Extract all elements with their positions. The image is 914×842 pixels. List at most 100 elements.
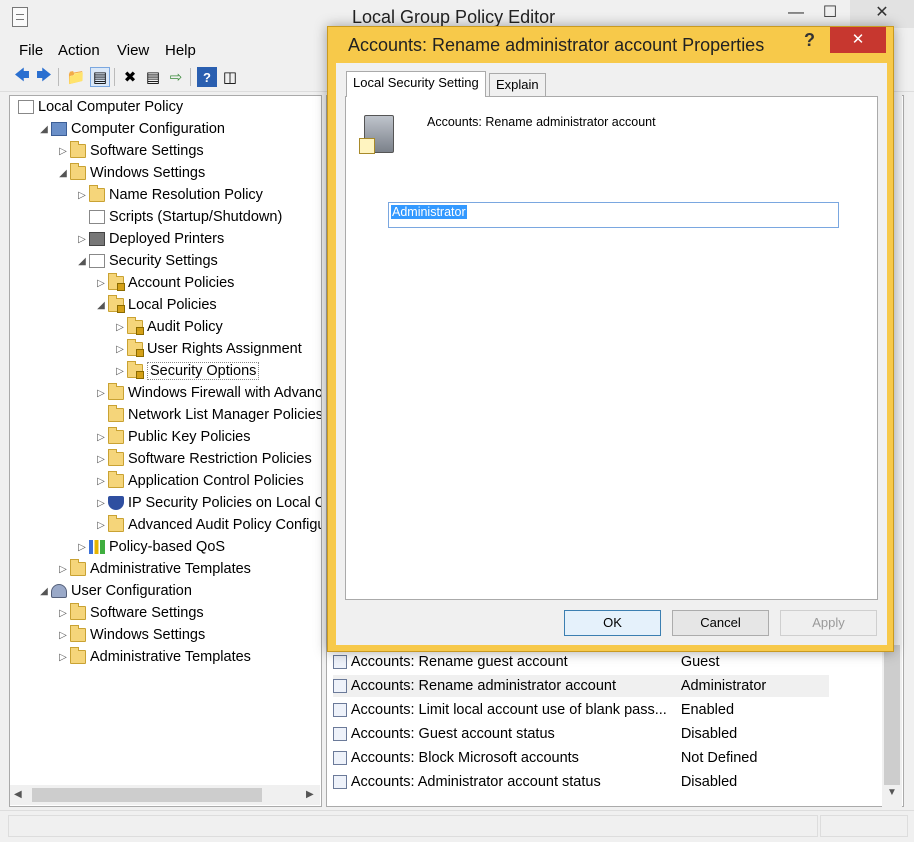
tree-item[interactable]: ▷ Administrative Templates xyxy=(56,558,251,580)
collapsed-arrow-icon[interactable]: ▷ xyxy=(75,234,89,245)
collapsed-arrow-icon[interactable]: ▷ xyxy=(94,388,108,399)
menu-view[interactable]: View xyxy=(117,42,149,59)
collapsed-arrow-icon[interactable]: ▷ xyxy=(56,630,70,641)
folder-icon xyxy=(108,471,124,488)
tree-item[interactable]: ◢ Computer Configuration xyxy=(37,118,225,140)
scroll-right-icon[interactable]: ▶ xyxy=(306,789,314,800)
tree-item[interactable]: ▷ Administrative Templates xyxy=(56,646,251,668)
collapsed-arrow-icon[interactable]: ▷ xyxy=(75,542,89,553)
tree-item[interactable]: ▷ Application Control Policies xyxy=(94,470,304,492)
export-list-icon[interactable]: ⇨ xyxy=(166,67,186,87)
collapsed-arrow-icon[interactable]: ▷ xyxy=(56,652,70,663)
expanded-arrow-icon[interactable]: ◢ xyxy=(56,168,70,179)
tab-explain[interactable]: Explain xyxy=(489,73,546,97)
tree-item[interactable]: ▷ Name Resolution Policy xyxy=(75,184,263,206)
scroll-thumb[interactable] xyxy=(32,788,262,802)
collapsed-arrow-icon[interactable]: ▷ xyxy=(56,564,70,575)
computer-icon xyxy=(51,122,67,136)
tab-local-security-setting[interactable]: Local Security Setting xyxy=(346,71,486,97)
tree-item-label: User Rights Assignment xyxy=(147,341,302,357)
show-hide-tree-icon[interactable]: ▤ xyxy=(90,67,110,87)
tree-item-label: Software Restriction Policies xyxy=(128,451,312,467)
policy-row[interactable]: Accounts: Rename administrator account Ad… xyxy=(333,675,829,697)
tree-item[interactable]: ▷ Software Settings xyxy=(56,140,204,162)
menu-help[interactable]: Help xyxy=(165,42,196,59)
tree-horizontal-scrollbar[interactable]: ◀ ▶ xyxy=(10,785,320,805)
scroll-thumb[interactable] xyxy=(884,645,900,785)
back-arrow-icon[interactable]: 🡄 xyxy=(12,67,32,87)
show-action-pane-icon[interactable]: ◫ xyxy=(220,67,240,87)
policy-value: Administrator xyxy=(680,678,767,694)
collapsed-arrow-icon[interactable]: ▷ xyxy=(94,476,108,487)
tree-item-label: Public Key Policies xyxy=(128,429,251,445)
policy-row[interactable]: Accounts: Guest account status Disabled xyxy=(333,723,829,745)
tree-item[interactable]: Network List Manager Policies xyxy=(94,404,321,426)
tree-item[interactable]: ▷ Account Policies xyxy=(94,272,234,294)
collapsed-arrow-icon[interactable]: ▷ xyxy=(94,498,108,509)
tree-item[interactable]: ▷ Windows Firewall with Advance xyxy=(94,382,321,404)
maximize-icon[interactable]: ☐ xyxy=(810,0,850,28)
window-close-icon[interactable]: ✕ xyxy=(850,0,914,28)
collapsed-arrow-icon[interactable]: ▷ xyxy=(113,322,127,333)
tab-panel: Accounts: Rename administrator account A… xyxy=(345,96,878,600)
console-tree[interactable]: Local Computer Policy ◢ Computer Configura… xyxy=(9,95,322,807)
tree-item[interactable]: ▷ Software Restriction Policies xyxy=(94,448,312,470)
tree-item[interactable]: ▷ Deployed Printers xyxy=(75,228,224,250)
folder-lock-icon xyxy=(108,273,125,291)
policy-row[interactable]: Accounts: Administrator account status Di… xyxy=(333,771,829,793)
tree-item[interactable]: ▷ Advanced Audit Policy Configur xyxy=(94,514,322,536)
close-icon[interactable]: ✕ xyxy=(830,27,886,53)
up-folder-icon[interactable]: 📁 xyxy=(66,67,86,87)
collapsed-arrow-icon[interactable]: ▷ xyxy=(94,520,108,531)
menu-action[interactable]: Action xyxy=(58,42,100,59)
tree-item[interactable]: ▷ Software Settings xyxy=(56,602,204,624)
policy-row[interactable]: Accounts: Limit local account use of bla… xyxy=(333,699,829,721)
folder-lock-icon xyxy=(127,361,144,379)
collapsed-arrow-icon[interactable]: ▷ xyxy=(94,278,108,289)
tree-item-label: Advanced Audit Policy Configur xyxy=(128,517,322,533)
tree-item[interactable]: ◢ Local Policies xyxy=(94,294,217,316)
expanded-arrow-icon[interactable]: ◢ xyxy=(37,586,51,597)
tree-item[interactable]: ▷ User Rights Assignment xyxy=(113,338,302,360)
collapsed-arrow-icon[interactable]: ▷ xyxy=(113,344,127,355)
folder-icon xyxy=(89,185,105,202)
collapsed-arrow-icon[interactable]: ▷ xyxy=(94,454,108,465)
tree-item[interactable]: ▷ Windows Settings xyxy=(56,624,205,646)
tree-item[interactable]: ▷ Security Options xyxy=(113,360,260,382)
tree-item[interactable]: ◢ Security Settings xyxy=(75,250,218,272)
scroll-down-icon[interactable]: ▼ xyxy=(887,787,897,798)
folder-icon xyxy=(70,559,86,576)
properties-dialog: Accounts: Rename administrator account P… xyxy=(327,26,894,652)
properties-icon[interactable]: ▤ xyxy=(143,67,163,87)
tree-item-label: Deployed Printers xyxy=(109,231,225,247)
forward-arrow-icon[interactable]: 🡆 xyxy=(34,67,54,87)
collapsed-arrow-icon[interactable]: ▷ xyxy=(56,146,70,157)
ok-button[interactable]: OK xyxy=(564,610,661,636)
tree-item[interactable]: Local Computer Policy xyxy=(18,96,183,118)
expanded-arrow-icon[interactable]: ◢ xyxy=(94,300,108,311)
help-icon[interactable]: ? xyxy=(804,30,815,51)
collapsed-arrow-icon[interactable]: ▷ xyxy=(94,432,108,443)
expanded-arrow-icon[interactable]: ◢ xyxy=(37,124,51,135)
tree-item[interactable]: ▷ IP Security Policies on Local Cor xyxy=(94,492,321,514)
folder-icon xyxy=(70,163,86,180)
menu-file[interactable]: File xyxy=(19,42,43,59)
tree-item[interactable]: ▷ Public Key Policies xyxy=(94,426,251,448)
tree-item[interactable]: Scripts (Startup/Shutdown) xyxy=(75,206,282,228)
tree-item[interactable]: ◢ User Configuration xyxy=(37,580,192,602)
policy-row[interactable]: Accounts: Block Microsoft accounts Not De… xyxy=(333,747,829,769)
apply-button[interactable]: Apply xyxy=(780,610,877,636)
tree-item[interactable]: ◢ Windows Settings xyxy=(56,162,205,184)
tree-item[interactable]: ▷ Policy-based QoS xyxy=(75,536,225,558)
cancel-button[interactable]: Cancel xyxy=(672,610,769,636)
collapsed-arrow-icon[interactable]: ▷ xyxy=(75,190,89,201)
delete-icon[interactable]: ✖ xyxy=(120,67,140,87)
help-icon[interactable]: ? xyxy=(197,67,217,87)
collapsed-arrow-icon[interactable]: ▷ xyxy=(56,608,70,619)
scroll-left-icon[interactable]: ◀ xyxy=(14,789,22,800)
account-name-input[interactable]: Administrator xyxy=(388,202,839,228)
expanded-arrow-icon[interactable]: ◢ xyxy=(75,256,89,267)
collapsed-arrow-icon[interactable]: ▷ xyxy=(113,366,127,377)
policy-row[interactable]: Accounts: Rename guest account Guest xyxy=(333,651,829,673)
tree-item[interactable]: ▷ Audit Policy xyxy=(113,316,223,338)
